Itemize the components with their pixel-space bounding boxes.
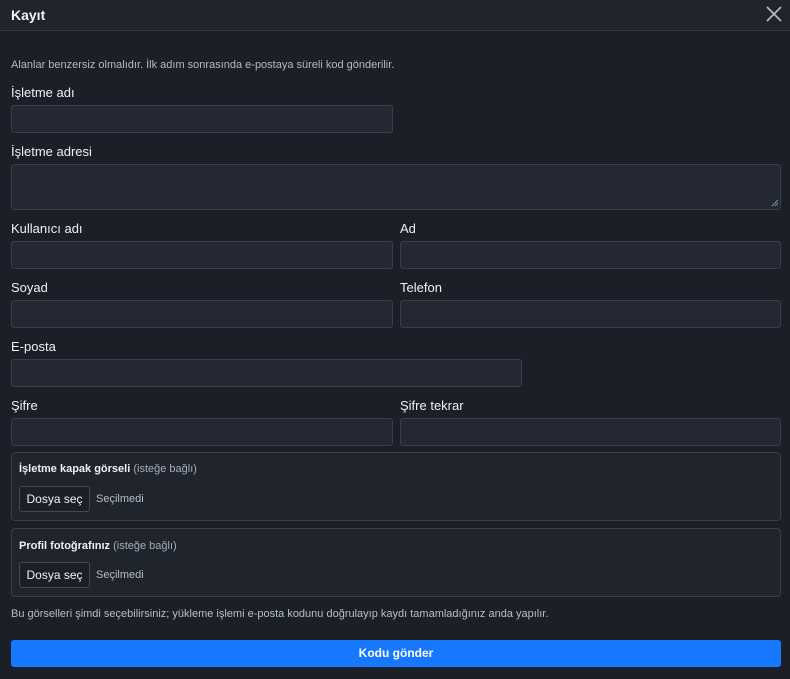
profile-upload-title: Profil fotoğrafınız [19,540,111,552]
profile-upload-optional: (isteğe bağlı) [113,540,177,552]
send-code-button[interactable]: Kodu gönder [11,640,781,667]
profile-file-button[interactable]: Dosya seç [19,562,90,588]
business-name-label: İşletme adı [11,85,75,100]
profile-upload-box: Profil fotoğrafınız (isteğe bağlı) Dosya… [11,528,781,597]
business-address-label: İşletme adresi [11,144,92,159]
close-icon[interactable] [764,4,784,24]
dialog-header: Kayıt [0,0,790,31]
profile-file-status: Seçilmedi [96,569,144,581]
username-label: Kullanıcı adı [11,221,83,236]
phone-input[interactable] [400,300,781,328]
password-confirm-label: Şifre tekrar [400,398,464,413]
phone-label: Telefon [400,280,442,295]
password-label: Şifre [11,398,38,413]
cover-upload-box: İşletme kapak görseli (isteğe bağlı) Dos… [11,452,781,521]
business-name-input[interactable] [11,105,393,133]
cover-upload-label: İşletme kapak görseli (isteğe bağlı) [19,463,197,475]
password-input[interactable] [11,418,393,446]
first-name-input[interactable] [400,241,781,269]
upload-note: Bu görselleri şimdi seçebilirsiniz; yükl… [11,608,549,620]
business-address-textarea[interactable] [11,164,781,210]
first-name-label: Ad [400,221,416,236]
cover-upload-title: İşletme kapak görseli [19,463,131,475]
last-name-label: Soyad [11,280,48,295]
intro-text: Alanlar benzersiz olmalıdır. İlk adım so… [11,59,395,71]
dialog-title: Kayıt [11,7,46,23]
last-name-input[interactable] [11,300,393,328]
cover-file-status: Seçilmedi [96,493,144,505]
email-label: E-posta [11,339,56,354]
username-input[interactable] [11,241,393,269]
cover-upload-optional: (isteğe bağlı) [133,463,197,475]
cover-file-button[interactable]: Dosya seç [19,486,90,512]
profile-upload-label: Profil fotoğrafınız (isteğe bağlı) [19,540,177,552]
resize-grip-icon[interactable] [770,198,779,207]
password-confirm-input[interactable] [400,418,781,446]
email-input[interactable] [11,359,522,387]
